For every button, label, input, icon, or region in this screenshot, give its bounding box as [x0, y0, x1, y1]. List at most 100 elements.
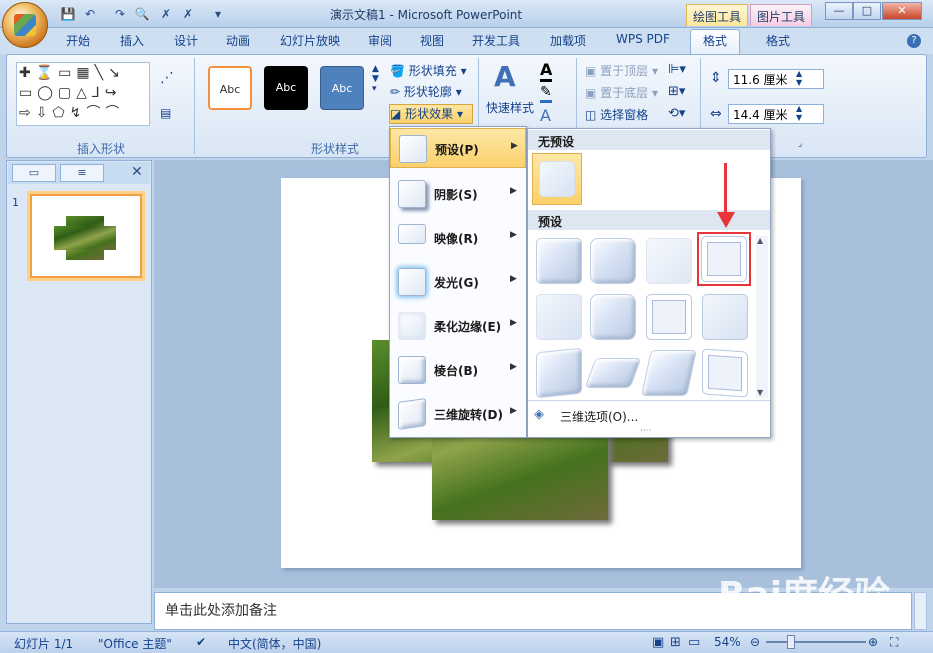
preset-11-tile[interactable] [641, 350, 697, 396]
menu-divider [528, 400, 770, 401]
tab-design[interactable]: 设计 [174, 32, 198, 49]
picture-tools-context: 图片工具 [750, 4, 813, 26]
style-preset-2[interactable]: Abc [264, 66, 308, 110]
gallery-scrollbar[interactable] [756, 236, 768, 398]
zoom-in-icon[interactable]: ⊕ [868, 635, 878, 649]
edit-shape-icon[interactable]: ⋰ [160, 70, 174, 86]
resize-grip-icon[interactable]: ···· [640, 426, 651, 436]
preset-icon [399, 135, 427, 163]
no-preset-tile[interactable] [532, 153, 582, 205]
height-spinner-icon[interactable]: ▲ ▼ [796, 69, 802, 87]
tab-home[interactable]: 开始 [66, 32, 90, 49]
size-dialog-launcher-icon[interactable]: ⌟ [798, 139, 802, 149]
preset-2-tile[interactable] [590, 238, 636, 284]
menu-item-shadow[interactable]: 阴影(S) ▶ [390, 174, 526, 214]
preset-7-tile[interactable] [646, 294, 692, 340]
notes-scrollbar[interactable] [914, 592, 927, 630]
gallery-scroll-icon[interactable]: ▲ ▼ ▾ [372, 64, 379, 94]
save-icon[interactable]: 💾 [60, 6, 76, 22]
sorter-view-icon[interactable]: ⊞ [670, 635, 681, 650]
help-icon[interactable]: ? [907, 34, 921, 48]
baidu-watermark-url: jingyan.baidu.com [798, 612, 900, 625]
menu-item-glow[interactable]: 发光(G) ▶ [390, 262, 526, 302]
close-button[interactable]: ✕ [882, 2, 922, 20]
tab-slideshow[interactable]: 幻灯片放映 [280, 32, 340, 49]
text-outline-icon[interactable]: ✎ [540, 84, 552, 103]
close-panel-icon[interactable]: ✕ [131, 164, 143, 180]
preset-8-tile[interactable] [702, 294, 748, 340]
undo-icon[interactable]: ↶ [82, 6, 98, 22]
menu-item-preset[interactable]: 预设(P) ▶ [390, 128, 526, 168]
menu-item-3d-rotation[interactable]: 三维旋转(D) ▶ [390, 394, 526, 434]
tab-format-picture[interactable]: 格式 [766, 32, 790, 49]
minimize-button[interactable]: — [825, 2, 853, 20]
zoom-level[interactable]: 54% [714, 635, 741, 649]
format-painter-icon[interactable]: ✗ [158, 6, 174, 22]
slide-thumbnail[interactable] [27, 191, 145, 281]
tab-developer[interactable]: 开发工具 [472, 32, 520, 49]
tab-animation[interactable]: 动画 [226, 32, 250, 49]
shape-gallery[interactable]: ✚⌛▭▦╲↘ ▭◯▢△⅃↪ ⇨⇩⬠↯⌒⌒ [16, 62, 150, 126]
shape-effect-button[interactable]: ◪ 形状效果 ▾ [389, 104, 473, 124]
office-logo-icon [14, 14, 36, 36]
scroll-up-icon[interactable]: ▲ [757, 236, 763, 245]
width-spinner-icon[interactable]: ▲ ▼ [796, 104, 802, 122]
style-preset-1[interactable]: Abc [208, 66, 252, 110]
selection-pane-button[interactable]: ◫ 选择窗格 [585, 106, 648, 123]
office-button[interactable] [2, 2, 48, 48]
menu-item-bevel[interactable]: 棱台(B) ▶ [390, 350, 526, 390]
text-fill-icon[interactable]: A [540, 60, 553, 82]
height-field[interactable]: 11.6 厘米 [728, 69, 824, 89]
menu-item-soft-edges[interactable]: 柔化边缘(E) ▶ [390, 306, 526, 346]
text-box-icon[interactable]: ▤ [160, 106, 171, 120]
style-preset-3[interactable]: Abc [320, 66, 364, 110]
tab-format-drawing[interactable]: 格式 [690, 29, 741, 54]
rotate-icon[interactable]: ⟲▾ [668, 106, 685, 121]
quick-styles-label[interactable]: 快速样式 [486, 99, 534, 116]
submenu-arrow-icon: ▶ [511, 141, 518, 151]
menu-item-reflection[interactable]: 映像(R) ▶ [390, 218, 526, 258]
zoom-out-icon[interactable]: ⊖ [750, 635, 760, 649]
shape-fill-button[interactable]: 🪣 形状填充 ▾ [390, 62, 467, 79]
fit-to-window-icon[interactable]: ⛶ [890, 635, 898, 650]
text-effects-icon[interactable]: A [540, 106, 551, 125]
outline-tab-icon[interactable]: ≡ [60, 164, 104, 182]
shape-outline-button[interactable]: ✏ 形状轮廓 ▾ [390, 83, 462, 100]
bring-front-button[interactable]: ▣ 置于顶层 ▾ [585, 62, 658, 79]
width-field[interactable]: 14.4 厘米 [728, 104, 824, 124]
tab-insert[interactable]: 插入 [120, 32, 144, 49]
tab-view[interactable]: 视图 [420, 32, 444, 49]
shape-outline-label: 形状轮廓 [403, 85, 452, 99]
menu-label: 阴影(S) [434, 188, 478, 202]
language-status: 中文(简体，中国) [228, 637, 322, 651]
print-preview-icon[interactable]: 🔍 [134, 6, 150, 22]
drawing-tools-context: 绘图工具 [686, 4, 749, 26]
tab-wps-pdf[interactable]: WPS PDF [616, 32, 670, 46]
preset-5-tile[interactable] [536, 294, 582, 340]
3d-options-item[interactable]: ◈ 三维选项(O)... [530, 403, 768, 427]
redo-icon[interactable]: ↷ [112, 6, 128, 22]
spellcheck-icon[interactable]: ✔ [196, 635, 206, 649]
zoom-slider-thumb[interactable] [787, 635, 795, 649]
tab-review[interactable]: 审阅 [368, 32, 392, 49]
slideshow-view-icon[interactable]: ▭ [688, 635, 700, 650]
group-icon[interactable]: ⊞▾ [668, 84, 685, 99]
quick-styles-icon[interactable]: A [494, 60, 516, 93]
preset-12-tile[interactable] [702, 348, 748, 398]
no-preset-icon [539, 161, 575, 197]
tab-addins[interactable]: 加载项 [550, 32, 586, 49]
preset-9-tile[interactable] [536, 347, 582, 399]
maximize-button[interactable]: □ [853, 2, 881, 20]
menu-label: 发光(G) [434, 276, 479, 290]
preset-3-tile[interactable] [646, 238, 692, 284]
preset-6-tile[interactable] [590, 294, 636, 340]
zoom-slider-track[interactable] [766, 641, 866, 643]
normal-view-icon[interactable]: ▣ [652, 635, 664, 650]
slides-tab-icon[interactable]: ▭ [12, 164, 56, 182]
send-back-button[interactable]: ▣ 置于底层 ▾ [585, 84, 658, 101]
align-icon[interactable]: ⊫▾ [668, 62, 686, 77]
preset-1-tile[interactable] [536, 238, 582, 284]
scroll-down-icon[interactable]: ▼ [757, 388, 763, 397]
close-doc-icon[interactable]: ✗ [180, 6, 196, 22]
customize-qat-icon[interactable]: ▾ [210, 6, 226, 22]
